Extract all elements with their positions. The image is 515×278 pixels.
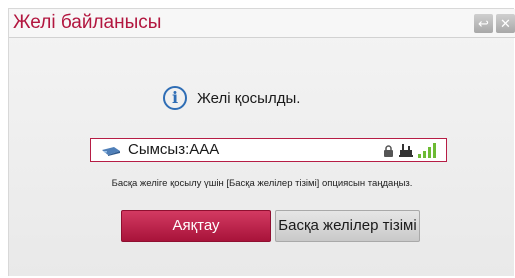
network-connection-dialog: Желі байланысы ↩ ✕ i Желі қосылды. Сымсы… (8, 8, 515, 276)
close-icon: ✕ (500, 16, 511, 31)
finish-button[interactable]: Аяқтау (121, 210, 271, 242)
hint-text: Басқа желіге қосылу үшін [Басқа желілер … (111, 178, 413, 189)
lock-icon (384, 145, 393, 157)
other-networks-button[interactable]: Басқа желілер тізімі (275, 210, 420, 242)
network-item[interactable]: Сымсыз:AAA (90, 138, 447, 162)
title-bar: Желі байланысы ↩ ✕ (9, 9, 515, 38)
wired-connection-icon (399, 144, 413, 157)
back-button[interactable]: ↩ (474, 14, 493, 33)
wireless-network-icon (102, 147, 120, 156)
dialog-title: Желі байланысы (13, 12, 162, 33)
status-text: Желі қосылды. (197, 89, 301, 107)
close-button[interactable]: ✕ (496, 14, 515, 33)
connection-status: i Желі қосылды. (163, 83, 300, 113)
back-arrow-icon: ↩ (478, 16, 489, 31)
network-name: Сымсыз:AAA (128, 141, 220, 158)
info-icon: i (163, 86, 187, 110)
signal-strength-icon (418, 143, 436, 158)
